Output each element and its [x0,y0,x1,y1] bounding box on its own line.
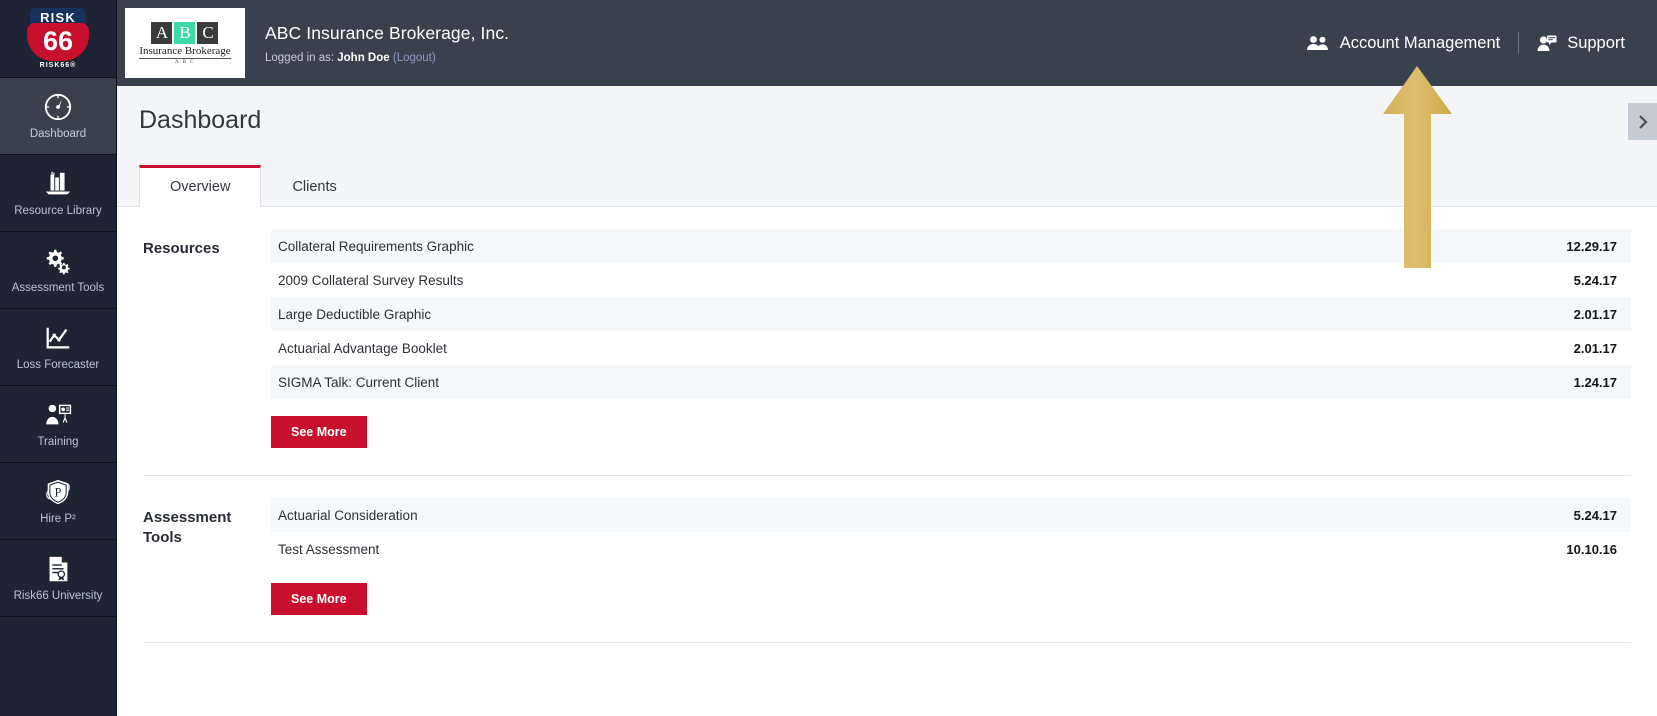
table-row[interactable]: 2009 Collateral Survey Results 5.24.17 [271,263,1631,297]
shield-p-icon: P [43,477,73,507]
section-body: Collateral Requirements Graphic 12.29.17… [271,229,1631,448]
row-title: Large Deductible Graphic [278,306,432,322]
table-row[interactable]: Test Assessment 10.10.16 [271,532,1631,566]
tab-label: Clients [292,179,337,195]
sidebar-item-label: Loss Forecaster [16,358,100,371]
sidebar-item-label: Training [37,435,79,448]
gears-icon [43,246,73,276]
page-header: Dashboard Overview Clients [117,86,1657,207]
row-date: 5.24.17 [1573,272,1617,288]
section-resources: Resources Collateral Requirements Graphi… [143,207,1631,448]
row-title: Actuarial Consideration [278,507,418,523]
logout-link[interactable]: (Logout) [393,52,436,64]
see-more-button-assessment-tools[interactable]: See More [271,583,367,615]
logged-in-prefix: Logged in as: [265,51,335,64]
page-title: Dashboard [139,106,262,134]
support-label: Support [1567,33,1625,52]
section-label: Resources [143,240,220,257]
page-content: Resources Collateral Requirements Graphi… [117,207,1657,643]
books-icon [43,169,73,199]
sidebar-item-label: Assessment Tools [11,281,105,294]
abc-logo-tag: A B C [174,59,195,65]
row-title: Test Assessment [278,541,380,557]
row-date: 2.01.17 [1573,340,1617,356]
table-row[interactable]: SIGMA Talk: Current Client 1.24.17 [271,365,1631,399]
sidebar-item-resource-library[interactable]: Resource Library [0,155,116,232]
speedometer-icon [43,92,73,122]
sidebar-item-dashboard[interactable]: Dashboard [0,78,116,155]
abc-letter-a: A [151,21,173,44]
abc-logo-mark: A B C Insurance Brokerage A B C [139,21,231,65]
sidebar-item-training[interactable]: Training [0,386,116,463]
users-icon [1306,35,1330,51]
sidebar-item-risk66-university[interactable]: Risk66 University [0,540,116,617]
sidebar-filler [0,617,116,716]
logo-66-text: 66 [42,26,74,56]
account-management-link[interactable]: Account Management [1288,34,1519,53]
row-title: Actuarial Advantage Booklet [278,340,447,356]
section-assessment-tools: Assessment Tools Actuarial Consideration… [143,476,1631,615]
table-row[interactable]: Collateral Requirements Graphic 12.29.17 [271,229,1631,263]
section-divider-bottom [143,642,1631,643]
tab-clients[interactable]: Clients [261,165,367,207]
risk66-logo[interactable]: RISK 66 RISK66® [0,0,116,78]
account-management-label: Account Management [1339,33,1501,52]
sidebar-item-label: Resource Library [14,204,102,217]
tab-label: Overview [170,179,231,195]
logo-subtext: RISK66® [39,61,77,69]
logged-in-user: John Doe [337,51,390,64]
section-label: Assessment Tools [143,509,232,547]
abc-logo-name: Insurance Brokerage [139,44,231,59]
row-date: 12.29.17 [1566,238,1617,254]
sidebar-item-label: Dashboard [29,127,87,140]
table-row[interactable]: Large Deductible Graphic 2.01.17 [271,297,1631,331]
table-row[interactable]: Actuarial Consideration 5.24.17 [271,498,1631,532]
client-info: ABC Insurance Brokerage, Inc. Logged in … [265,23,509,64]
row-title: Collateral Requirements Graphic [278,238,474,254]
certificate-icon [43,554,73,584]
tab-bar: Overview Clients [139,164,368,207]
abc-letter-c: C [197,21,219,44]
application-root: RISK 66 RISK66® Dashboard Resource Libra… [0,0,1657,716]
row-date: 5.24.17 [1573,507,1617,523]
row-title: SIGMA Talk: Current Client [278,374,440,390]
tab-overview[interactable]: Overview [139,165,262,207]
support-link[interactable]: Support [1519,34,1643,53]
section-body: Actuarial Consideration 5.24.17 Test Ass… [271,498,1631,615]
sidebar-item-hire-p2[interactable]: P Hire P² [0,463,116,540]
chevron-right-icon [1637,114,1649,130]
row-title: 2009 Collateral Survey Results [278,272,464,288]
row-date: 2.01.17 [1573,306,1617,322]
see-more-button-resources[interactable]: See More [271,416,367,448]
table-row[interactable]: Actuarial Advantage Booklet 2.01.17 [271,331,1631,365]
panel-expand-button[interactable] [1628,103,1657,140]
support-agent-icon [1537,35,1557,52]
sidebar: RISK 66 RISK66® Dashboard Resource Libra… [0,0,117,716]
logo-shield-body: 66 [27,22,89,61]
company-name: ABC Insurance Brokerage, Inc. [265,22,510,43]
sidebar-item-loss-forecaster[interactable]: Loss Forecaster [0,309,116,386]
abc-letter-b: B [174,21,196,44]
sidebar-item-label: Hire P² [40,512,76,525]
risk66-logo-mark: RISK 66 RISK66® [21,6,95,72]
line-chart-icon [43,323,73,353]
row-date: 1.24.17 [1573,374,1617,390]
sidebar-item-label: Risk66 University [13,589,103,602]
abc-letters: A B C [139,21,230,44]
main-column: A B C Insurance Brokerage A B C ABC Insu… [117,0,1657,716]
logged-in-line: Logged in as: John Doe (Logout) [265,52,509,64]
page: Dashboard Overview Clients Resources Col… [117,86,1657,716]
client-logo: A B C Insurance Brokerage A B C [125,8,245,78]
presenter-icon [43,400,73,430]
sidebar-item-assessment-tools[interactable]: Assessment Tools [0,232,116,309]
topbar-nav: Account Management Support [1288,32,1643,54]
topbar: A B C Insurance Brokerage A B C ABC Insu… [117,0,1657,86]
row-date: 10.10.16 [1566,541,1617,557]
svg-text:P: P [55,485,62,499]
